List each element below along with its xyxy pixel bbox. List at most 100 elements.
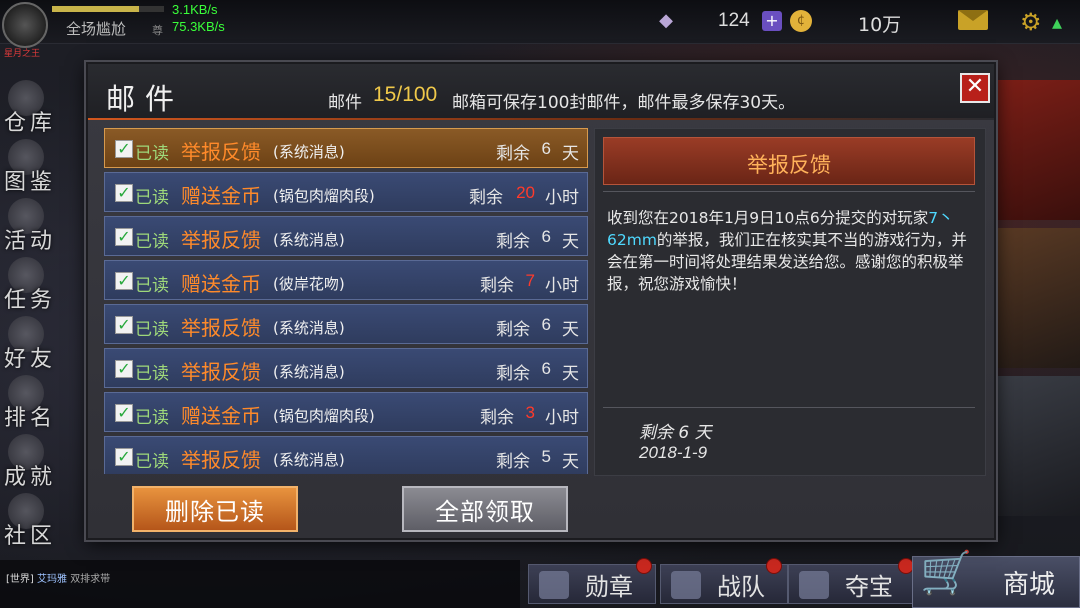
remaining-label: 剩余 [480,408,514,428]
side-menu-item[interactable]: 仓库 [0,78,60,137]
remaining-value: 20 [516,183,535,202]
close-button[interactable]: ✕ [960,73,990,103]
side-menu-label: 好友 [3,347,56,372]
read-status: 已读 [135,364,169,384]
remaining-label: 剩余 [496,364,530,384]
mail-subject: 赠送金币 [181,404,261,428]
nav-shop-label: 商城 [1002,569,1055,600]
mail-count: 15/100 [373,83,438,106]
remaining-value: 3 [525,403,535,422]
exp-bar-fill [52,6,140,12]
side-menu-item[interactable]: 好友 [0,314,60,373]
side-menu-label: 活动 [3,229,56,254]
mail-detail-body: 收到您在2018年1月9日10点6分提交的对玩家7丶62mm的举报，我们正在核实… [607,207,975,295]
divider [603,191,975,192]
add-gems-button[interactable]: + [762,11,782,31]
claim-all-button[interactable]: 全部领取 [402,486,568,532]
event-banner[interactable] [990,80,1080,220]
coin-count: 10万 [858,14,902,36]
remaining-value: 5 [541,447,551,466]
header-accent-line [88,118,994,120]
nav-treasure-button[interactable]: 夺宝 [788,564,916,604]
side-menu-item[interactable]: 社区 [0,491,60,550]
remaining-unit: 小时 [545,188,579,208]
player-title: 全场尴尬 [66,20,127,38]
read-status: 已读 [135,188,169,208]
player-avatar[interactable] [2,2,48,48]
mail-detail-remaining: 剩余 6 天 [639,423,712,443]
remaining-label: 剩余 [496,144,530,164]
checkbox-checked-icon[interactable]: ✓ [115,360,133,378]
side-menu-item[interactable]: 任务 [0,255,60,314]
checkbox-checked-icon[interactable]: ✓ [115,184,133,202]
gem-count: 124 [718,10,750,31]
event-banner-3[interactable] [990,376,1080,516]
avatar-tag: 星月之王 [4,49,41,59]
coin-icon: ¢ [790,10,812,32]
mail-row[interactable]: ✓ 已读 赠送金币 (彼岸花吻) 剩余 7 小时 [104,260,588,300]
read-status: 已读 [135,452,169,472]
remaining-unit: 天 [562,364,579,384]
checkbox-checked-icon[interactable]: ✓ [115,272,133,290]
chat-line[interactable]: [世界] 艾玛雅 双排求带 [6,570,110,585]
side-menu: 仓库图鉴活动 任务好友 排名成就 社区 [0,78,60,550]
remaining-label: 剩余 [496,320,530,340]
checkbox-checked-icon[interactable]: ✓ [115,228,133,246]
mail-row[interactable]: ✓ 已读 赠送金币 (锅包肉熘肉段) 剩余 3 小时 [104,392,588,432]
top-bar: 星月之王 全场尴尬 尊 3.1KB/s 75.3KB/s ◆ 124 + ¢ 1… [0,0,1080,59]
remaining-value: 6 [541,359,551,378]
remaining-label: 剩余 [496,452,530,472]
gear-icon[interactable]: ⚙ [1020,8,1042,36]
mail-dialog-header: 邮件 邮件 15/100 邮箱可保存100封邮件，邮件最多保存30天。 ✕ [88,64,994,120]
side-menu-item[interactable]: 活动 [0,196,60,255]
mail-detail-panel: 举报反馈 收到您在2018年1月9日10点6分提交的对玩家7丶62mm的举报，我… [594,128,986,476]
cart-icon: 🛒 [920,548,973,597]
event-banner-2[interactable] [990,228,1080,368]
checkbox-checked-icon[interactable]: ✓ [115,140,133,158]
team-notification-dot [766,558,782,574]
checkbox-checked-icon[interactable]: ✓ [115,316,133,334]
checkbox-checked-icon[interactable]: ✓ [115,404,133,422]
remaining-label: 剩余 [469,188,503,208]
mail-dialog: 邮件 邮件 15/100 邮箱可保存100封邮件，邮件最多保存30天。 ✕ ✓ 已… [86,62,996,540]
mail-subject: 举报反馈 [181,360,261,384]
side-menu-item[interactable]: 排名 [0,373,60,432]
read-status: 已读 [135,276,169,296]
remaining-unit: 天 [562,144,579,164]
mail-row[interactable]: ✓ 已读 赠送金币 (锅包肉熘肉段) 剩余 20 小时 [104,172,588,212]
side-menu-item[interactable]: 图鉴 [0,137,60,196]
read-status: 已读 [135,408,169,428]
mail-subject: 赠送金币 [181,184,261,208]
remaining-unit: 天 [562,320,579,340]
mail-detail-title: 举报反馈 [747,153,831,177]
remaining-label: 剩余 [496,232,530,252]
delete-read-button[interactable]: 删除已读 [132,486,298,532]
remaining-unit: 小时 [545,276,579,296]
mail-row[interactable]: ✓ 已读 举报反馈 (系统消息) 剩余 6 天 [104,128,588,168]
mail-row[interactable]: ✓ 已读 举报反馈 (系统消息) 剩余 6 天 [104,304,588,344]
side-menu-label: 成就 [3,465,56,490]
mail-list[interactable]: ✓ 已读 举报反馈 (系统消息) 剩余 6 天 ✓ 已读 赠送金币 (锅包肉熘肉段) 剩余 20 小时 ✓ 已… [104,128,590,474]
mail-row[interactable]: ✓ 已读 举报反馈 (系统消息) 剩余 5 天 [104,436,588,474]
mail-sender: (系统消息) [273,143,345,161]
remaining-unit: 小时 [545,408,579,428]
remaining-value: 6 [541,227,551,246]
mail-detail-title-bar: 举报反馈 [603,137,975,185]
mail-row[interactable]: ✓ 已读 举报反馈 (系统消息) 剩余 6 天 [104,216,588,256]
mail-subject: 赠送金币 [181,272,261,296]
mail-row[interactable]: ✓ 已读 举报反馈 (系统消息) 剩余 6 天 [104,348,588,388]
mail-dialog-title: 邮件 [106,82,185,116]
checkbox-checked-icon[interactable]: ✓ [115,448,133,466]
gem-icon: ◆ [659,10,673,31]
medal-notification-dot [636,558,652,574]
mail-body-text-after: 的举报，我们正在核实其不当的游戏行为，并会在第一时间将处理结果发送给您。感谢您的… [607,231,967,293]
mail-icon[interactable] [958,10,988,30]
network-upload-speed: 3.1KB/s [172,2,218,17]
chat-sender: 艾玛雅 [37,574,67,585]
read-status: 已读 [135,232,169,252]
chat-message: 双排求带 [70,574,111,585]
side-menu-item[interactable]: 成就 [0,432,60,491]
nav-team-label: 战队 [717,572,765,601]
side-menu-label: 图鉴 [3,170,56,195]
read-status: 已读 [135,144,169,164]
